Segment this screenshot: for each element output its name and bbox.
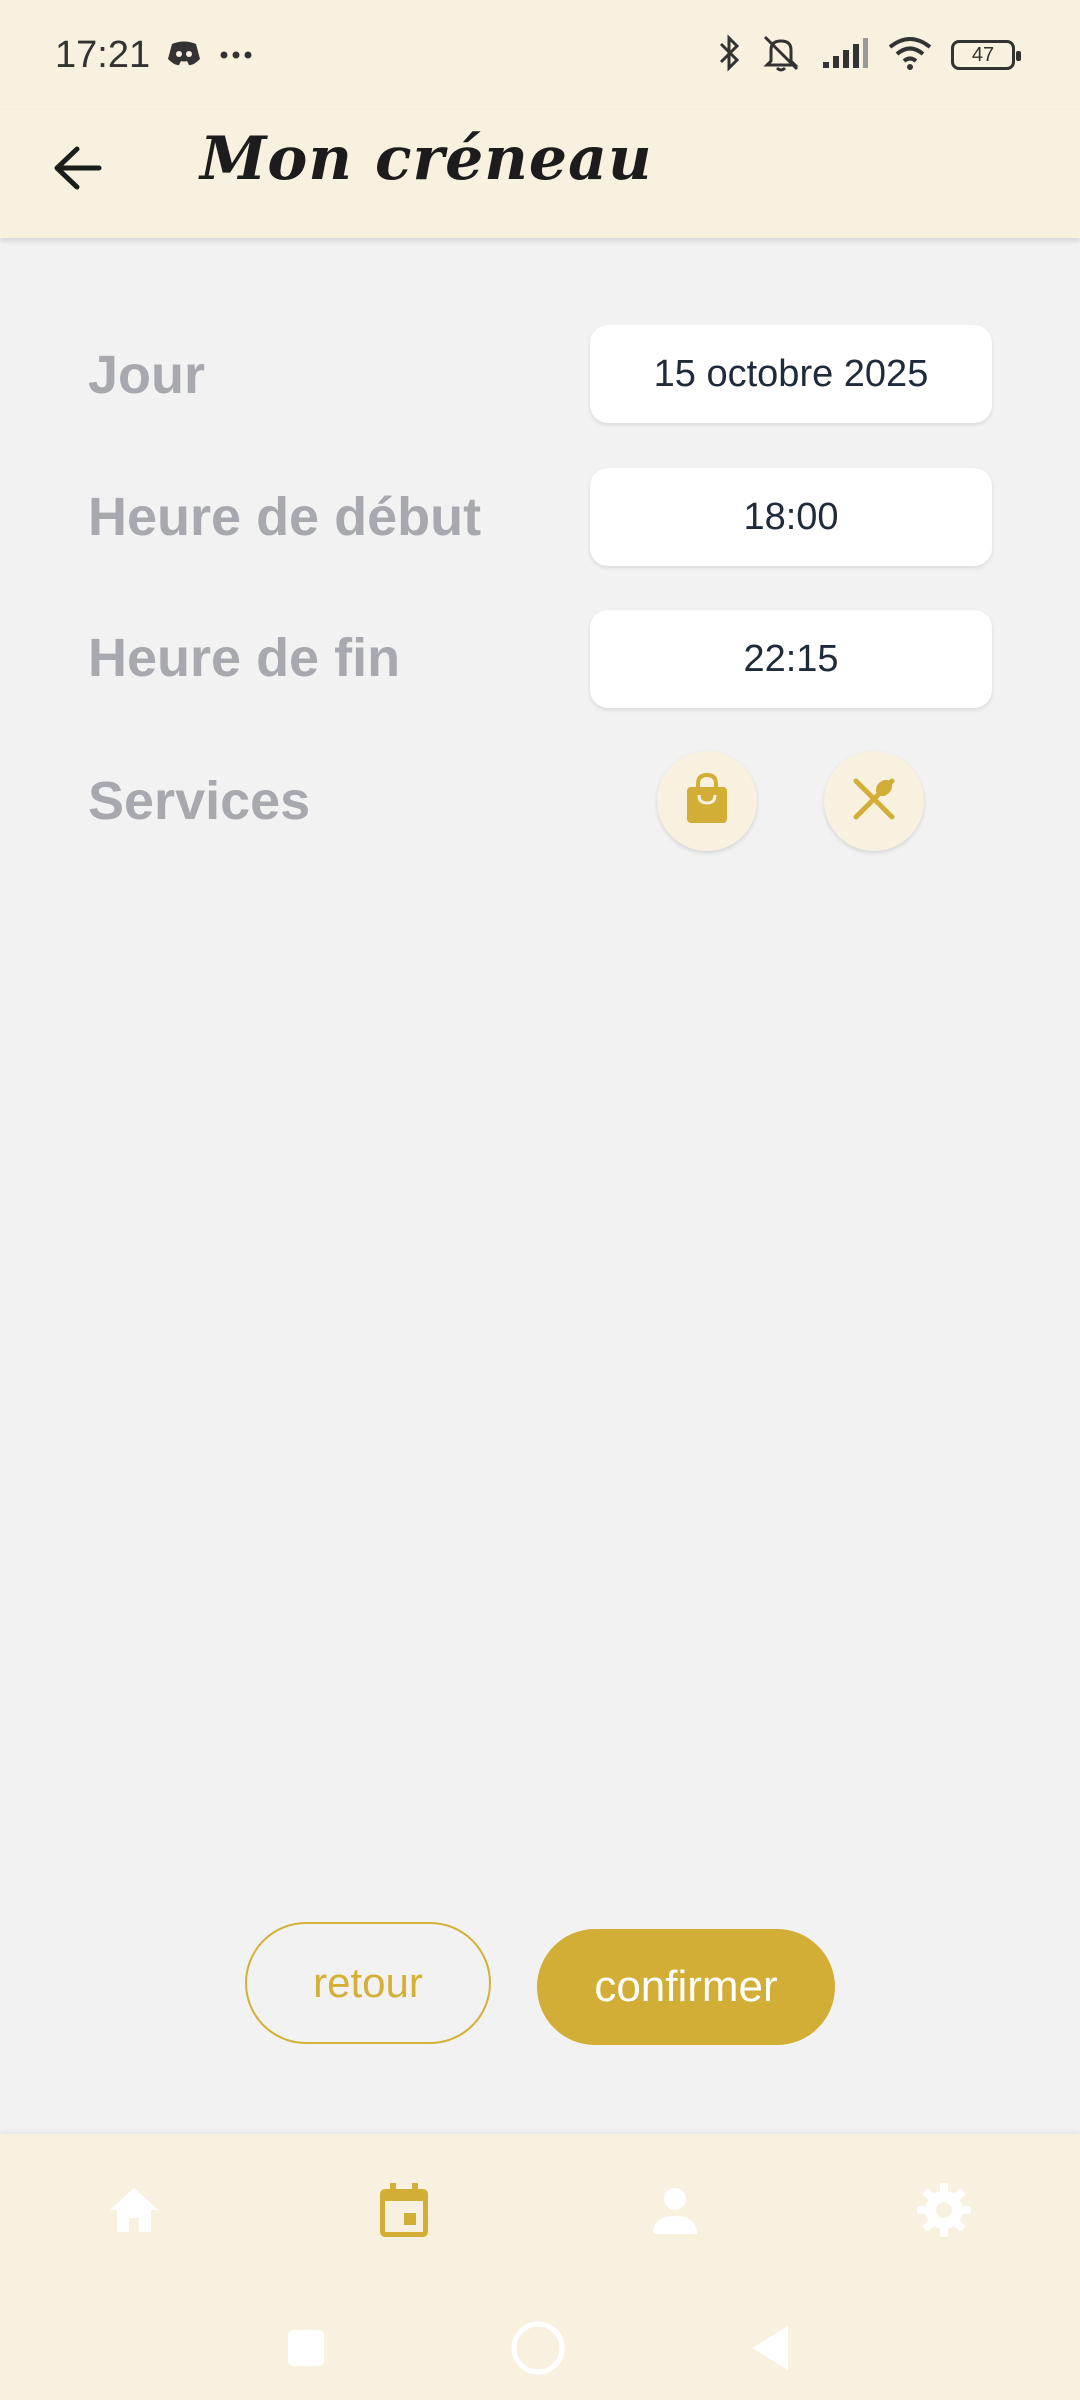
status-bar: 17:21 47 xyxy=(0,0,1080,110)
status-right-icons: 47 xyxy=(717,30,1021,80)
service-dine-in-button[interactable] xyxy=(824,751,924,851)
wifi-icon xyxy=(887,35,933,76)
battery-icon: 47 xyxy=(951,40,1021,70)
status-time: 17:21 xyxy=(55,34,151,76)
service-takeaway-button[interactable] xyxy=(657,751,757,851)
more-dots-icon xyxy=(219,47,253,65)
calendar-icon xyxy=(377,2181,431,2244)
mute-icon xyxy=(759,33,803,78)
nav-home[interactable] xyxy=(94,2172,174,2252)
home-icon xyxy=(106,2184,162,2241)
triangle-back-icon xyxy=(748,2324,792,2377)
confirm-button[interactable]: confirmer xyxy=(537,1929,835,2045)
nav-settings[interactable] xyxy=(904,2172,984,2252)
nav-calendar[interactable] xyxy=(364,2172,444,2252)
nav-profile[interactable] xyxy=(635,2172,715,2252)
day-label: Jour xyxy=(88,345,206,405)
bottom-navigation xyxy=(0,2134,1080,2400)
square-icon xyxy=(286,2328,326,2373)
home-system-button[interactable] xyxy=(498,2310,578,2390)
back-button[interactable] xyxy=(44,134,110,206)
settings-gear-icon xyxy=(915,2181,973,2244)
arrow-left-icon xyxy=(51,145,103,196)
signal-icon xyxy=(821,36,869,75)
bluetooth-icon xyxy=(717,33,741,78)
end-time-field[interactable]: 22:15 xyxy=(590,610,992,708)
status-left-icons xyxy=(165,36,253,76)
start-time-field[interactable]: 18:00 xyxy=(590,468,992,566)
shopping-bag-icon xyxy=(684,772,730,830)
end-time-label: Heure de fin xyxy=(88,628,401,688)
restaurant-icon xyxy=(850,775,898,828)
page-title: Mon créneau xyxy=(200,124,653,194)
system-back-button[interactable] xyxy=(730,2310,810,2390)
day-field[interactable]: 15 octobre 2025 xyxy=(590,325,992,423)
retour-button[interactable]: retour xyxy=(245,1922,491,2044)
person-icon xyxy=(649,2184,701,2241)
start-time-label: Heure de début xyxy=(88,487,482,547)
app-bar: Mon créneau xyxy=(0,110,1080,238)
battery-level: 47 xyxy=(971,43,995,66)
discord-icon xyxy=(165,39,203,74)
circle-icon xyxy=(510,2320,566,2381)
services-label: Services xyxy=(88,771,311,831)
recents-button[interactable] xyxy=(266,2310,346,2390)
